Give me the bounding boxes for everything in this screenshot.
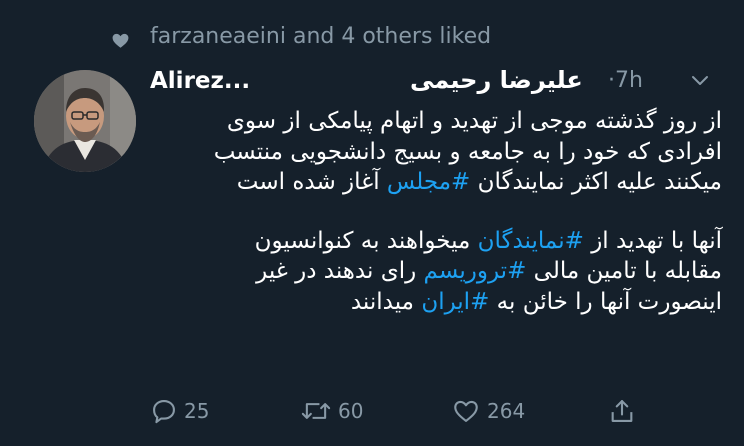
profile-photo <box>34 70 136 172</box>
heart-outline-icon <box>454 400 478 422</box>
chevron-down-icon[interactable] <box>690 74 710 88</box>
hashtag-link[interactable]: #ایران <box>421 289 489 315</box>
tweet-line: آنها با تهدید از #نمایندگان میخواهند به … <box>152 226 722 257</box>
tweet-text-segment: میکنند علیه اکثر نمایندگان <box>470 169 722 195</box>
tweet-text-segment: اینصورت آنها را خائن به <box>489 288 722 315</box>
tweet-text: از روز گذشته موجی از تهدید و اتهام پیامک… <box>152 106 722 317</box>
separator-dot: · <box>608 68 615 93</box>
hashtag-link[interactable]: #نمایندگان <box>478 228 584 254</box>
social-context-icon <box>111 26 130 54</box>
display-name[interactable]: Alirez... <box>150 68 250 94</box>
tweet-header: Alirez... علیرضا رحیمی ·7h <box>150 60 720 100</box>
reply-button[interactable]: 25 <box>150 393 209 429</box>
tweet-text-segment: آنها با تهدید از <box>583 227 722 254</box>
reply-icon <box>153 400 175 424</box>
avatar[interactable] <box>34 70 136 172</box>
tweet-line: اینصورت آنها را خائن به #ایران میدانند <box>152 287 722 318</box>
tweet-text-segment: آغاز شده است <box>236 169 387 195</box>
tweet-line: میکنند علیه اکثر نمایندگان #مجلس آغاز شد… <box>152 167 722 198</box>
like-button[interactable]: 264 <box>451 393 525 429</box>
social-context-text[interactable]: farzaneaeini and 4 others liked <box>150 24 491 49</box>
retweet-button[interactable]: 60 <box>300 393 363 429</box>
tweet-text-segment: میدانند <box>350 288 422 315</box>
hashtag-link[interactable]: #تروریسم <box>424 258 527 284</box>
tweet-text-segment: میخواهند به کنوانسیون <box>254 227 478 254</box>
reply-count: 25 <box>184 399 210 423</box>
time-label: 7h <box>615 68 643 93</box>
retweet-icon <box>301 403 331 419</box>
heart-icon <box>112 33 129 48</box>
tweet-actions: 25 60 264 <box>150 393 640 429</box>
hashtag-link[interactable]: #مجلس <box>387 169 470 195</box>
share-button[interactable] <box>608 393 636 429</box>
share-icon <box>611 400 633 422</box>
tweet-text-segment: مقابله با تامین مالی <box>526 258 722 284</box>
like-count: 264 <box>487 399 526 423</box>
tweet-line: مقابله با تامین مالی #تروریسم رای ندهند … <box>152 256 722 287</box>
tweet-line: افرادی که خود را به جامعه و بسیج دانشجوی… <box>213 138 722 165</box>
retweet-count: 60 <box>338 399 364 423</box>
tweet-timestamp[interactable]: ·7h <box>608 68 643 93</box>
tweet-text-segment: رای ندهند در غیر <box>256 258 424 284</box>
display-name-persian[interactable]: علیرضا رحیمی <box>410 66 583 94</box>
tweet-line: از روز گذشته موجی از تهدید و اتهام پیامک… <box>226 108 722 134</box>
